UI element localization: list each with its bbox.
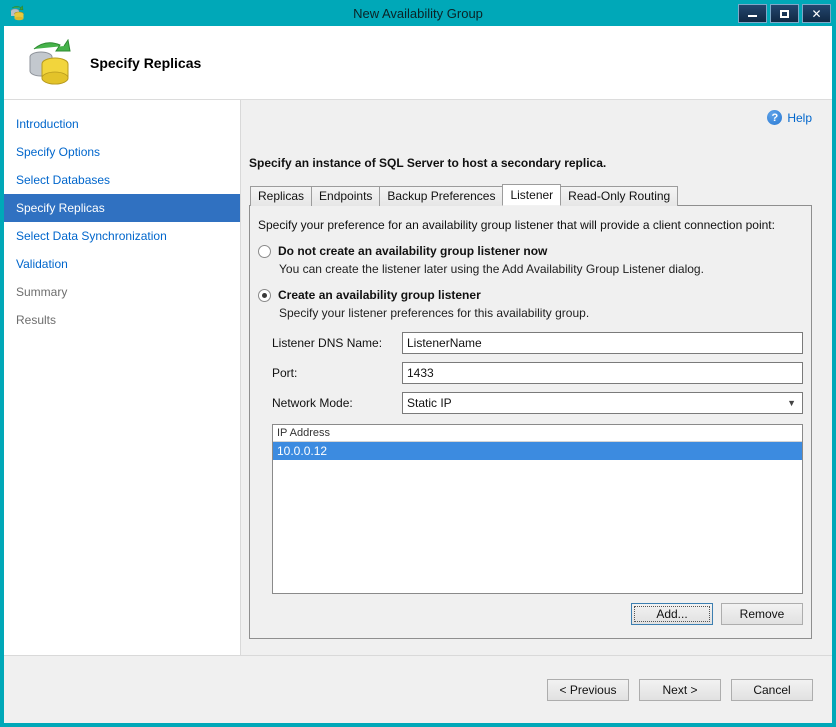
dns-name-label: Listener DNS Name: (272, 336, 383, 350)
close-button[interactable]: ✕ (802, 4, 831, 23)
maximize-button[interactable] (770, 4, 799, 23)
network-mode-value: Static IP (407, 396, 452, 410)
radio-no-listener-icon[interactable] (258, 244, 271, 258)
sidebar-item-validation[interactable]: Validation (4, 250, 240, 278)
previous-button[interactable]: < Previous (547, 678, 629, 701)
port-input[interactable] (402, 362, 803, 384)
listener-tab-panel: Specify your preference for an availabil… (249, 205, 812, 639)
ip-address-column-header[interactable]: IP Address (273, 425, 802, 442)
sidebar-item-specify-replicas[interactable]: Specify Replicas (4, 194, 240, 222)
sidebar-item-summary: Summary (16, 285, 68, 299)
page-title: Specify Replicas (90, 54, 202, 71)
title-bar: New Availability Group ✕ (0, 0, 836, 26)
chevron-down-icon: ▼ (787, 398, 796, 408)
add-button[interactable]: Add... (631, 603, 713, 625)
radio-no-listener-label[interactable]: Do not create an availability group list… (278, 244, 547, 258)
ip-address-list: IP Address 10.0.0.12 (272, 424, 803, 594)
tab-endpoints[interactable]: Endpoints (311, 186, 381, 206)
sidebar-item-select-data-synchronization[interactable]: Select Data Synchronization (4, 222, 240, 250)
dialog-window: New Availability Group ✕ Specify Replica… (0, 0, 836, 727)
window-title: New Availability Group (353, 5, 483, 21)
remove-button[interactable]: Remove (721, 603, 803, 625)
radio-create-listener-description: Specify your listener preferences for th… (279, 306, 590, 320)
availability-group-icon (29, 38, 71, 84)
help-link[interactable]: ? Help (767, 110, 812, 125)
radio-create-listener-icon[interactable] (258, 288, 271, 302)
tab-replicas[interactable]: Replicas (250, 186, 313, 206)
port-label: Port: (272, 366, 298, 380)
main-panel: ? Help Specify an instance of SQL Server… (241, 100, 832, 655)
radio-no-listener[interactable]: Do not create an availability group list… (258, 244, 803, 258)
tab-listener[interactable]: Listener (502, 184, 562, 206)
minimize-button[interactable] (738, 4, 767, 23)
network-mode-label: Network Mode: (272, 396, 353, 410)
sidebar-item-specify-options[interactable]: Specify Options (4, 138, 240, 166)
radio-create-listener-label[interactable]: Create an availability group listener (278, 288, 481, 302)
tab-backup-preferences[interactable]: Backup Preferences (379, 186, 504, 206)
radio-create-listener[interactable]: Create an availability group listener (258, 288, 803, 302)
help-icon: ? (767, 110, 783, 125)
minimize-icon (748, 14, 757, 17)
wizard-steps-sidebar: Introduction Specify Options Select Data… (4, 100, 241, 655)
cancel-button[interactable]: Cancel (731, 678, 813, 701)
window-icon[interactable] (9, 5, 25, 21)
sidebar-item-introduction[interactable]: Introduction (4, 110, 240, 138)
wizard-header: Specify Replicas (4, 26, 832, 100)
sidebar-item-results: Results (16, 313, 57, 327)
radio-no-listener-description: You can create the listener later using … (279, 262, 704, 276)
tab-strip: Replicas Endpoints Backup Preferences Li… (249, 184, 812, 206)
close-icon: ✕ (811, 6, 822, 21)
dns-name-input[interactable] (402, 332, 803, 354)
list-item-ip-address[interactable]: 10.0.0.12 (273, 442, 802, 460)
tab-read-only-routing[interactable]: Read-Only Routing (560, 186, 679, 206)
network-mode-select[interactable]: Static IP ▼ (402, 392, 803, 414)
maximize-icon (780, 9, 789, 18)
sidebar-item-select-databases[interactable]: Select Databases (4, 166, 240, 194)
listener-intro-text: Specify your preference for an availabil… (258, 218, 775, 232)
instruction-text: Specify an instance of SQL Server to hos… (249, 156, 607, 170)
next-button[interactable]: Next > (639, 678, 721, 701)
help-label: Help (787, 110, 812, 125)
wizard-footer: < Previous Next > Cancel (4, 655, 832, 723)
